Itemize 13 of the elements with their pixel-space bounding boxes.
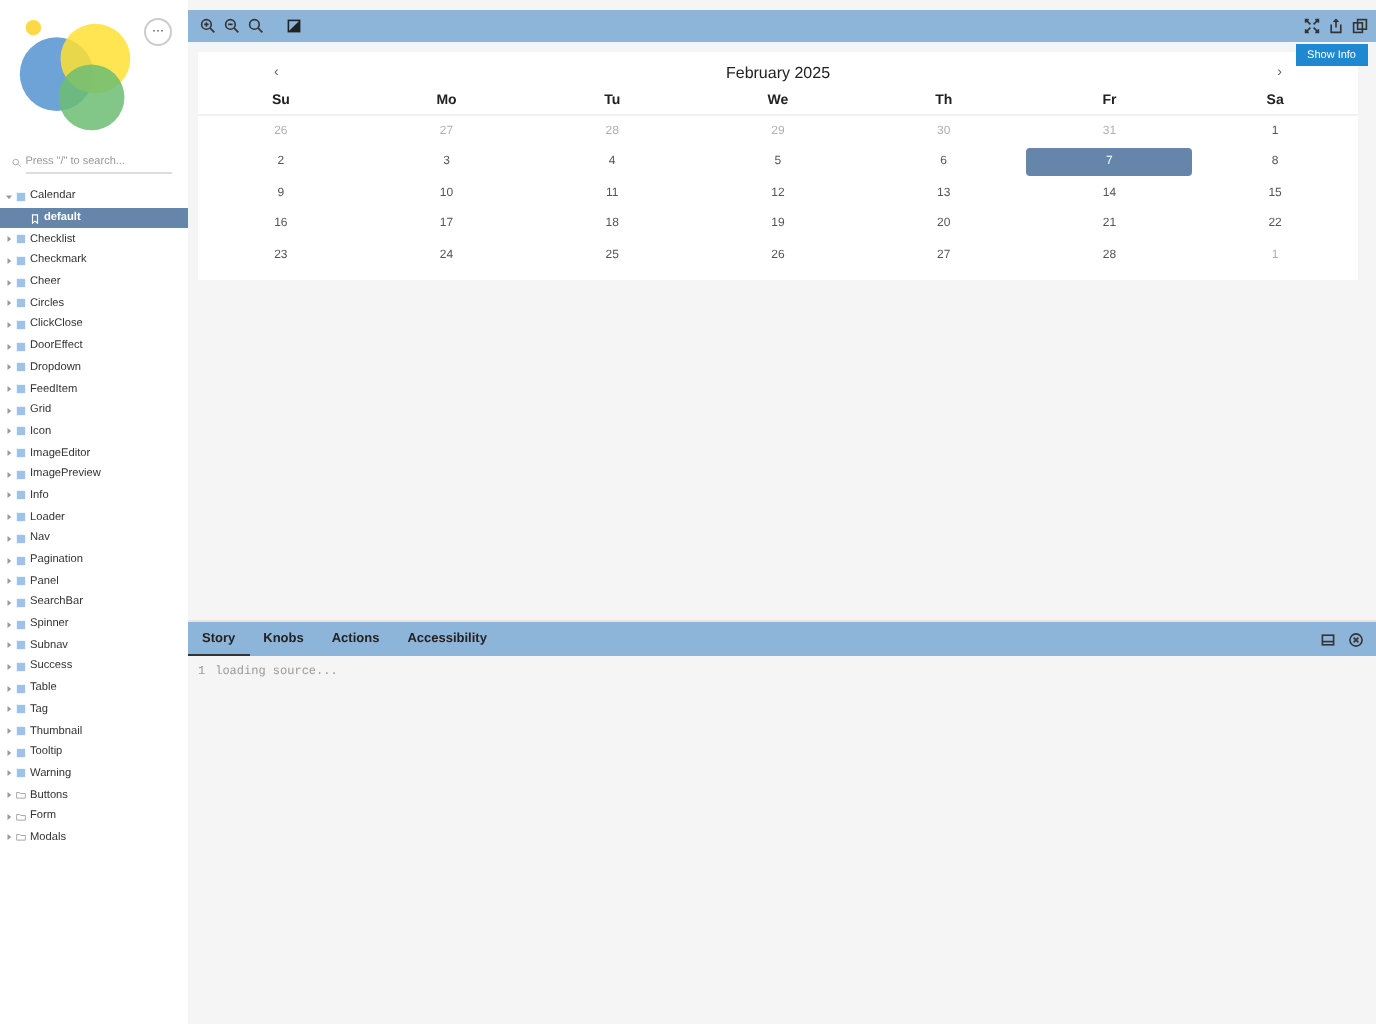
- search-icon: [12, 157, 22, 167]
- share-icon[interactable]: [1328, 18, 1344, 34]
- zoom-reset-icon[interactable]: [248, 18, 264, 34]
- zoom-in-icon[interactable]: [200, 18, 216, 34]
- copy-icon[interactable]: [1352, 18, 1368, 34]
- component-icon: [16, 191, 26, 202]
- fullscreen-icon[interactable]: [1304, 18, 1320, 34]
- bookmark-icon: [30, 213, 40, 224]
- month-title: February 2025: [725, 64, 831, 82]
- zoom-out-icon[interactable]: [224, 18, 240, 34]
- panel-layout-icon[interactable]: [1320, 631, 1336, 647]
- background-icon[interactable]: [286, 18, 302, 34]
- close-icon[interactable]: [1348, 631, 1364, 647]
